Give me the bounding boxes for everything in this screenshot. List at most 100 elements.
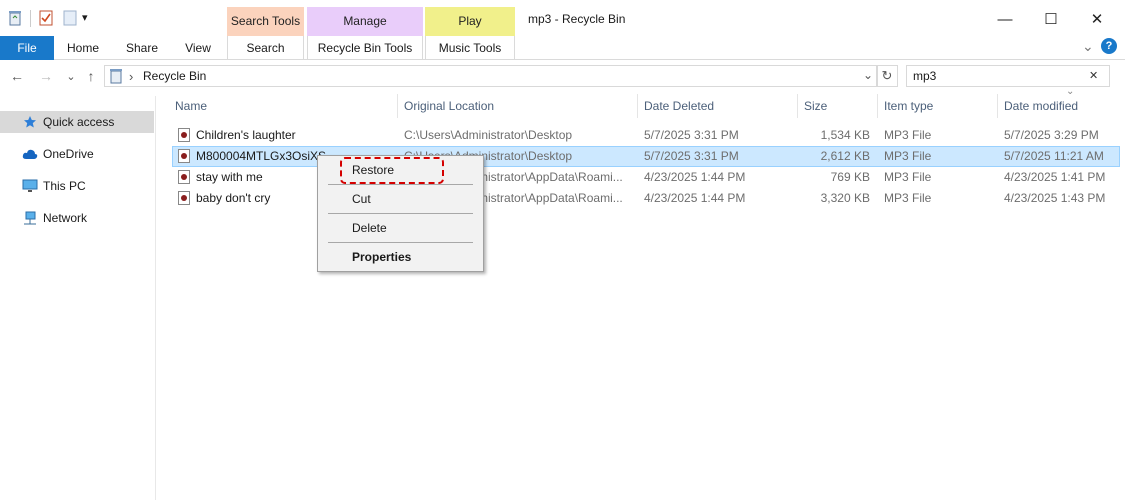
recycle-bin-small-icon (109, 68, 123, 87)
column-header-name[interactable]: Name (175, 99, 207, 115)
file-type: MP3 File (884, 191, 932, 205)
manage-header: Manage (307, 7, 423, 36)
clear-search-icon[interactable]: ✕ (1089, 69, 1098, 82)
nav-item-quick-access[interactable]: Quick access (0, 111, 154, 133)
new-folder-icon[interactable] (62, 9, 78, 27)
nav-item-network[interactable]: Network (0, 207, 154, 229)
table-row[interactable]: Children's laughter C:\Users\Administrat… (172, 125, 1120, 146)
menu-separator (328, 242, 473, 243)
file-size: 2,612 KB (820, 149, 870, 163)
minimize-button[interactable]: — (982, 0, 1028, 38)
address-bar[interactable]: › Recycle Bin ⌄ (104, 65, 878, 87)
file-location: C:\Users\Administrator\Desktop (404, 128, 573, 142)
up-button[interactable]: ↑ (82, 66, 100, 86)
mp3-file-icon (178, 128, 190, 142)
column-divider[interactable] (997, 94, 998, 118)
file-date-modified: 4/23/2025 1:41 PM (1004, 170, 1106, 184)
file-size: 769 KB (830, 170, 870, 184)
file-date-modified: 5/7/2025 3:29 PM (1004, 128, 1099, 142)
column-divider[interactable] (397, 94, 398, 118)
file-type: MP3 File (884, 128, 932, 142)
nav-label: Network (43, 211, 88, 225)
search-box[interactable]: mp3 ✕ (906, 65, 1110, 87)
file-type: MP3 File (884, 170, 932, 184)
mp3-file-icon (178, 149, 190, 163)
file-date-modified: 5/7/2025 11:21 AM (1004, 149, 1104, 163)
nav-label: This PC (43, 179, 86, 193)
sort-indicator-icon: ⌄ (1066, 86, 1075, 97)
refresh-button[interactable]: ↻ (876, 65, 898, 87)
back-arrow-icon: ← (10, 68, 24, 84)
maximize-icon: ☐ (1044, 11, 1058, 28)
back-button[interactable]: ← (8, 66, 26, 86)
close-button[interactable]: ✕ (1074, 0, 1120, 38)
up-arrow-icon: ↑ (87, 68, 95, 84)
recent-locations-button[interactable]: ⌄ (62, 66, 80, 86)
menu-item-cut[interactable]: Cut (352, 192, 371, 206)
window-title: mp3 - Recycle Bin (528, 12, 626, 26)
menu-separator (328, 213, 473, 214)
properties-icon[interactable] (38, 9, 54, 27)
tab-music-tools[interactable]: Music Tools (425, 36, 515, 60)
forward-arrow-icon: → (39, 68, 53, 84)
customize-toolbar-dropdown[interactable]: ▾ (82, 11, 88, 24)
column-header-date-modified[interactable]: Date modified (1004, 99, 1078, 115)
maximize-button[interactable]: ☐ (1028, 0, 1074, 38)
tab-view[interactable]: View (176, 36, 220, 60)
restore-highlight-annotation (340, 157, 444, 184)
column-divider[interactable] (877, 94, 878, 118)
mp3-file-icon (178, 170, 190, 184)
tab-file[interactable]: File (0, 36, 54, 60)
collapse-ribbon-icon[interactable]: ⌄ (1082, 38, 1094, 55)
nav-item-onedrive[interactable]: OneDrive (0, 143, 154, 165)
column-header-size[interactable]: Size (804, 99, 827, 115)
breadcrumb-separator: › (129, 69, 134, 84)
column-header-date-deleted[interactable]: Date Deleted (644, 99, 714, 115)
breadcrumb-recycle-bin[interactable]: Recycle Bin (143, 69, 206, 83)
column-header-item-type[interactable]: Item type (884, 99, 933, 115)
tab-recycle-bin-tools[interactable]: Recycle Bin Tools (307, 36, 423, 60)
help-icon[interactable]: ? (1101, 38, 1117, 54)
address-dropdown-icon[interactable]: ⌄ (863, 68, 873, 82)
toolbar-divider (30, 10, 31, 27)
tab-share[interactable]: Share (116, 36, 168, 60)
close-icon: ✕ (1090, 11, 1104, 28)
navigation-pane: Quick access OneDrive This PC Network (0, 96, 156, 500)
recycle-bin-icon[interactable] (7, 9, 23, 27)
chevron-down-icon: ⌄ (66, 70, 76, 83)
search-tools-header: Search Tools (227, 7, 304, 36)
forward-button[interactable]: → (37, 66, 55, 86)
nav-item-this-pc[interactable]: This PC (0, 175, 154, 197)
star-icon (22, 114, 38, 130)
nav-label: Quick access (43, 115, 115, 129)
table-row-selected[interactable]: M800004MTLGx3OsiXS C:\Users\Administrato… (172, 146, 1120, 167)
network-icon (22, 210, 38, 226)
menu-separator (328, 184, 473, 185)
tab-home[interactable]: Home (58, 36, 108, 60)
cloud-icon (22, 146, 38, 162)
file-name: Children's laughter (196, 128, 296, 142)
file-size: 1,534 KB (820, 128, 870, 142)
table-row[interactable]: baby don't cry C:\Users\Administrator\Ap… (172, 188, 1120, 209)
tab-search[interactable]: Search (227, 36, 304, 60)
nav-label: OneDrive (43, 147, 94, 161)
menu-item-delete[interactable]: Delete (352, 221, 387, 235)
refresh-icon: ↻ (881, 68, 893, 83)
play-header: Play (425, 7, 515, 36)
file-date-deleted: 5/7/2025 3:31 PM (644, 128, 739, 142)
table-row[interactable]: stay with me C:\Users\Administrator\AppD… (172, 167, 1120, 188)
file-date-deleted: 5/7/2025 3:31 PM (644, 149, 739, 163)
search-input[interactable]: mp3 (913, 69, 936, 83)
monitor-icon (22, 178, 38, 194)
minimize-icon: — (997, 10, 1013, 28)
file-type: MP3 File (884, 149, 932, 163)
ribbon-tab-bar (0, 36, 1125, 60)
column-header-original-location[interactable]: Original Location (404, 99, 494, 115)
menu-item-properties[interactable]: Properties (352, 250, 411, 264)
mp3-file-icon (178, 191, 190, 205)
file-date-deleted: 4/23/2025 1:44 PM (644, 191, 746, 205)
column-divider[interactable] (797, 94, 798, 118)
column-divider[interactable] (637, 94, 638, 118)
file-date-modified: 4/23/2025 1:43 PM (1004, 191, 1106, 205)
file-date-deleted: 4/23/2025 1:44 PM (644, 170, 746, 184)
